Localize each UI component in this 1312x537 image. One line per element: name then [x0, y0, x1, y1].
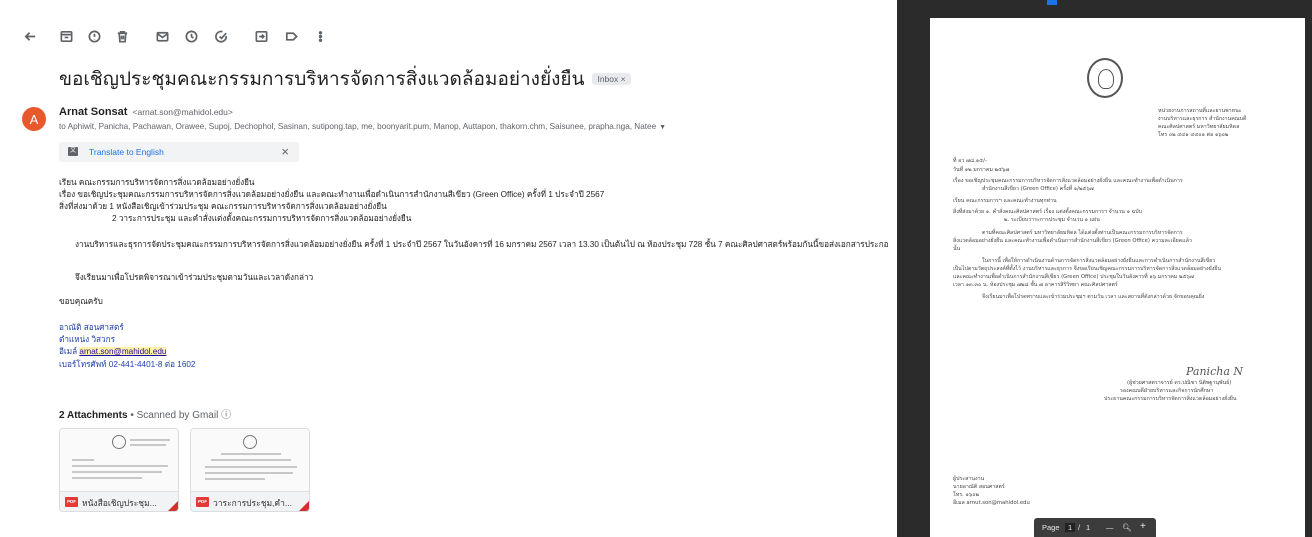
pdf-para3: จึงเรียนมาเพื่อโปรดทราบและเข้าร่วมประชุม…: [982, 294, 1205, 300]
signature-email-line: อีเมล์ arnat.son@mahidol.edu: [59, 347, 167, 357]
translate-close-icon[interactable]: ×: [281, 144, 289, 159]
pdf-icon: PDF: [65, 497, 78, 507]
translate-icon: 文: [68, 147, 78, 156]
body-line-1: เรียน คณะกรรมการบริหารจัดการสิ่งแวดล้อมอ…: [59, 178, 255, 187]
inbox-label-chip[interactable]: Inbox ×: [592, 73, 631, 85]
recipients-line[interactable]: to Aphiwit, Panicha, Pachawan, Orawee, S…: [59, 122, 666, 131]
pdf-header-line-2: งานบริหารและธุรการ สำนักงานคณบดี: [1158, 116, 1247, 122]
zoom-out-icon[interactable]: —: [1106, 523, 1114, 532]
more-vert-icon[interactable]: [310, 26, 330, 46]
pdf-enclosure-1: สิ่งที่ส่งมาด้วย ๑. คำสั่งคณะศิลปศาสตร์ …: [953, 209, 1142, 215]
attachment-filename: วาระการประชุม,คำ...: [213, 498, 292, 508]
subject-text: ขอเชิญประชุมคณะกรรมการบริหารจัดการสิ่งแว…: [59, 69, 585, 90]
pdf-signer-name: (ผู้ช่วยศาสตราจารย์ ดร.ปณิชา นิติพฐานุพั…: [1127, 380, 1232, 386]
delete-icon[interactable]: [112, 26, 132, 46]
pdf-para1-line-1: ตามที่คณะศิลปศาสตร์ มหาวิทยาลัยมหิดล ได้…: [982, 230, 1183, 236]
pager-label: Page: [1042, 523, 1060, 532]
page-fold-icon: [297, 499, 309, 511]
university-crest-icon: [243, 435, 257, 449]
university-crest-icon: [1087, 58, 1123, 98]
pdf-header-line-4: โทร ๐๒ ๔๔๑ ๔๔๐๑ ต่อ ๑๖๐๒: [1158, 132, 1229, 138]
body-line-3: สิ่งที่ส่งมาด้วย 1 หนังสือเชิญเข้าร่วมปร…: [59, 202, 387, 211]
body-paragraph-2: จึงเรียนมาเพื่อโปรดพิจารณาเข้าร่วมประชุม…: [75, 273, 314, 282]
add-to-tasks-icon[interactable]: [211, 26, 231, 46]
pdf-contact-1: ผู้ประสานงาน: [953, 476, 985, 482]
zoom-icon[interactable]: 🔍︎: [1122, 523, 1132, 532]
pager-separator: /: [1078, 523, 1081, 532]
pdf-para2-line-2: เป็นไปตามวัตถุประสงค์ที่ตั้งไว้ งานบริหา…: [953, 266, 1222, 272]
pdf-viewer-tab-indicator: [1047, 0, 1057, 5]
pdf-subject-1: เรื่อง ขอเชิญประชุมคณะกรรมการบริหารจัดกา…: [953, 178, 1183, 184]
pdf-header-line-3: คณะศิลปศาสตร์ มหาวิทยาลัยมหิดล: [1158, 124, 1240, 130]
attachment-thumbnail: [60, 429, 178, 491]
attachments-scan-note: • Scanned by Gmail ⓘ: [127, 410, 232, 421]
pdf-signer-position: รองคณบดีฝ่ายบริหารและกิจการนักศึกษา: [1120, 388, 1214, 394]
recipients-dropdown-icon[interactable]: ▼: [659, 124, 666, 131]
recipients-text: to Aphiwit, Panicha, Pachawan, Orawee, S…: [59, 122, 657, 131]
pdf-signature: Panicha N: [1186, 365, 1243, 378]
archive-icon[interactable]: [56, 26, 76, 46]
pdf-contact-3: โทร. ๑๖๐๒: [953, 492, 979, 498]
report-spam-icon[interactable]: [84, 26, 104, 46]
snooze-icon[interactable]: [181, 26, 201, 46]
signature-phone: เบอร์โทรศัพท์ 02-441-4401-8 ต่อ 1602: [59, 360, 196, 369]
message-toolbar: [0, 22, 900, 50]
attachment-filename: หนังสือเชิญประชุม...: [82, 498, 157, 508]
pdf-para2-line-4: เวลา ๑๓.๓๐ น. ห้องประชุม ๗๒๘ ชั้น ๗ อาคา…: [953, 282, 1118, 288]
pdf-contact-2: นายอาณัติ สอนศาสตร์: [953, 484, 1005, 490]
pdf-para1-line-2: สิ่งแวดล้อมอย่างยั่งยืน และคณะทำงานเพื่อ…: [953, 238, 1192, 244]
attachment-footer: PDF วาระการประชุม,คำ...: [191, 491, 309, 511]
attachment-card-1[interactable]: PDF หนังสือเชิญประชุม...: [59, 428, 179, 512]
university-crest-icon: [112, 435, 126, 449]
signature-email-label: อีเมล์: [59, 347, 80, 356]
body-line-2: เรื่อง ขอเชิญประชุมคณะกรรมการบริหารจัดกา…: [59, 190, 605, 199]
move-to-icon[interactable]: [251, 26, 271, 46]
pdf-para1-line-3: นั้น: [953, 246, 961, 252]
sender-name[interactable]: Arnat Sonsat: [59, 106, 127, 118]
pdf-header-line-1: หน่วยงานการสถานที่และยานพาหนะ: [1158, 108, 1242, 114]
attachment-thumbnail: [191, 429, 309, 491]
pager-total: 1: [1086, 523, 1091, 532]
zoom-in-icon[interactable]: +: [1140, 521, 1146, 532]
signature-email-link[interactable]: arnat.son@mahidol.edu: [79, 347, 167, 356]
pdf-para2-line-3: และคณะทำงานเพื่อดำเนินการสำนักงานสีเขียว…: [953, 274, 1194, 280]
pdf-signer-committee: ประธานคณะกรรมการบริหารจัดการสิ่งแวดล้อมอ…: [1104, 396, 1237, 402]
page-fold-icon: [166, 499, 178, 511]
label-icon[interactable]: [281, 26, 301, 46]
email-subject: ขอเชิญประชุมคณะกรรมการบริหารจัดการสิ่งแว…: [59, 64, 631, 94]
pager-current-input[interactable]: 1: [1065, 523, 1076, 532]
pdf-page-controls: Page 1 / 1 — 🔍︎ +: [1034, 518, 1156, 537]
gmail-message-view: ขอเชิญประชุมคณะกรรมการบริหารจัดการสิ่งแว…: [0, 0, 900, 537]
pdf-ref-no: ที่ อว ๗๘.๑๕/-: [953, 158, 987, 164]
sender-line: Arnat Sonsat <arnat.son@mahidol.edu>: [59, 106, 233, 118]
signature-name: อาณัติ สอนศาสตร์: [59, 323, 124, 332]
pdf-date: วันที่ ๑๒ มกราคม ๒๕๖๗: [953, 167, 1010, 173]
body-thanks: ขอบคุณครับ: [59, 297, 103, 306]
pdf-para2-line-1: ในการนี้ เพื่อให้การดำเนินงานด้านการจัดก…: [982, 258, 1216, 264]
pdf-subject-2: สำนักงานสีเขียว (Green Office) ครั้งที่ …: [982, 186, 1094, 192]
body-line-4: 2 วาระการประชุม และคำสั่งแต่งตั้งคณะกรรม…: [112, 214, 412, 223]
body-paragraph-1: งานบริหารและธุรการจัดประชุมคณะกรรมการบริ…: [75, 240, 889, 249]
pdf-enclosure-2: ๒. ระเบียบวาระการประชุม จำนวน ๑ แผ่น: [1004, 217, 1100, 223]
mark-unread-icon[interactable]: [152, 26, 172, 46]
translate-bar: 文 Translate to English ×: [59, 142, 299, 162]
screenshot-stage: ขอเชิญประชุมคณะกรรมการบริหารจัดการสิ่งแว…: [0, 0, 1312, 537]
attachment-card-2[interactable]: PDF วาระการประชุม,คำ...: [190, 428, 310, 512]
pdf-page: หน่วยงานการสถานที่และยานพาหนะ งานบริหารแ…: [930, 18, 1305, 537]
sender-email: <arnat.son@mahidol.edu>: [132, 107, 233, 117]
signature-title: ตำแหน่ง วิสวกร: [59, 335, 116, 344]
pdf-contact-4: อีเมล arnut.son@mahidol.edu: [953, 500, 1030, 506]
attachment-footer: PDF หนังสือเชิญประชุม...: [60, 491, 178, 511]
translate-link[interactable]: Translate to English: [89, 147, 164, 157]
sender-avatar[interactable]: A: [22, 107, 46, 131]
back-arrow-icon[interactable]: [20, 26, 40, 46]
attachments-count: 2 Attachments: [59, 410, 128, 421]
attachments-header: 2 Attachments • Scanned by Gmail ⓘ: [59, 406, 231, 421]
pdf-to: เรียน คณะกรรมการฯ และคณะทำงานทุกท่าน: [953, 198, 1057, 204]
pdf-icon: PDF: [196, 497, 209, 507]
